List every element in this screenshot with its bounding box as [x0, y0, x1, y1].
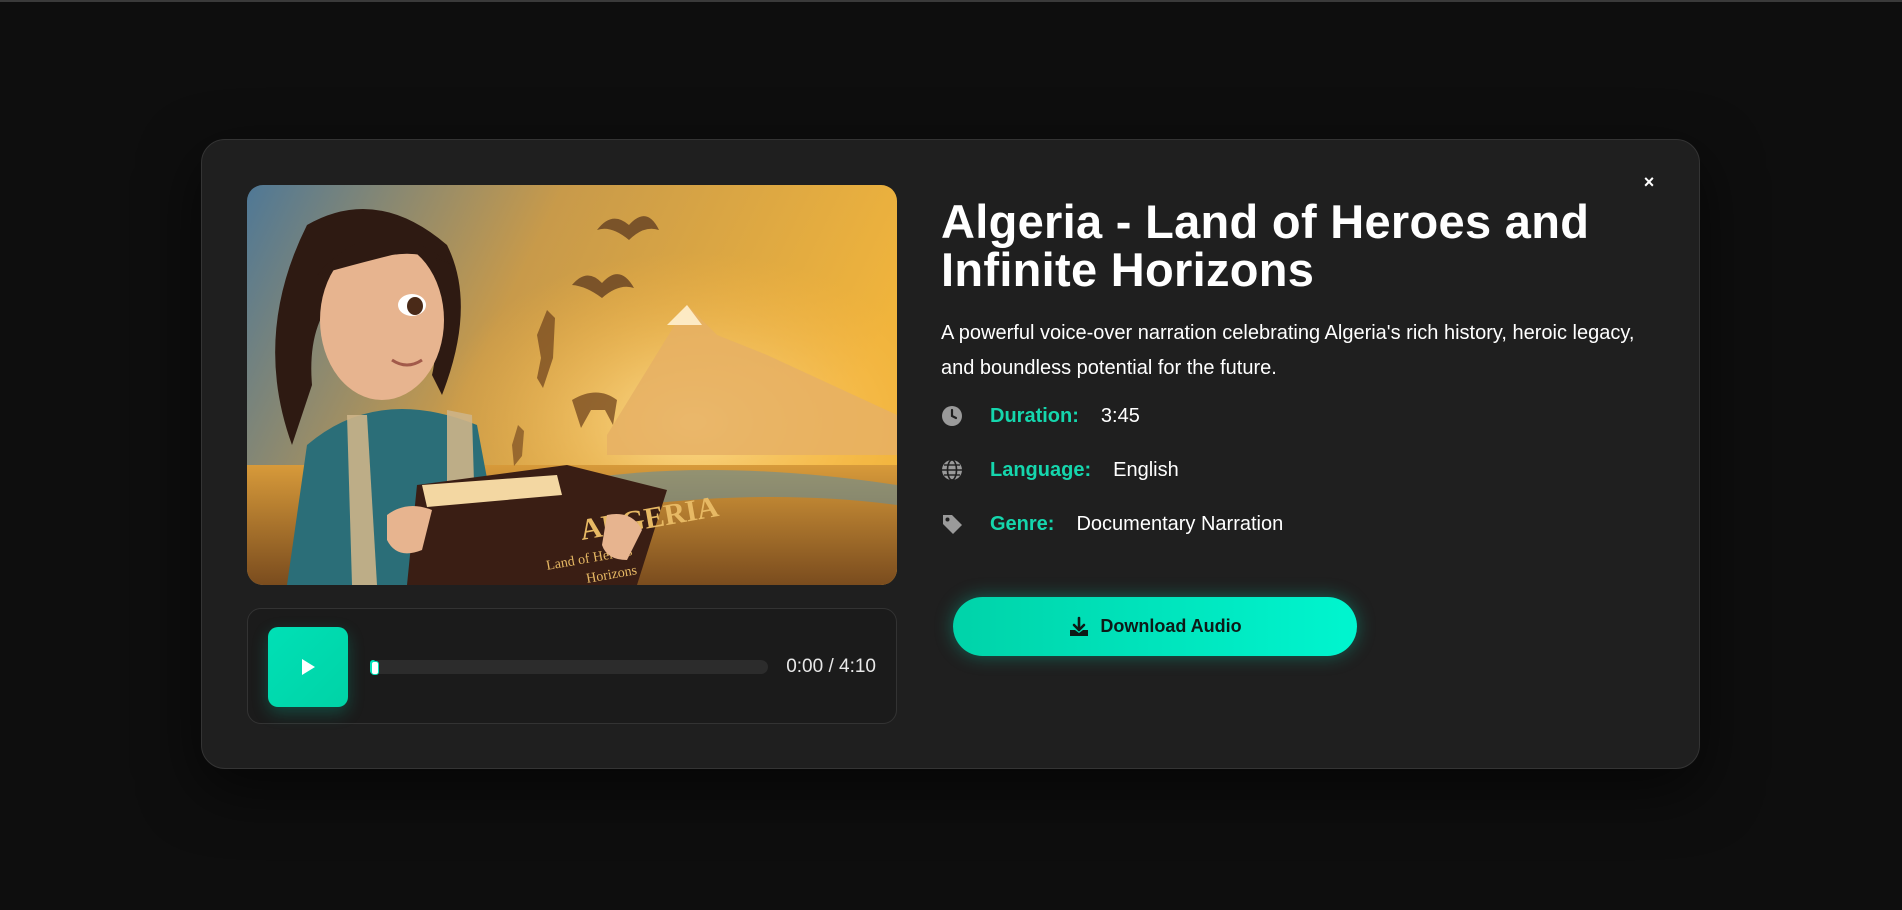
play-icon — [302, 659, 315, 675]
audio-title: Algeria - Land of Heroes and Infinite Ho… — [941, 195, 1590, 296]
meta-genre: Genre: Documentary Narration — [941, 509, 1283, 539]
duration-label: Duration: — [990, 404, 1079, 427]
audio-details-modal: × ALGERIA Land of Heroes Horizons 0:00 /… — [201, 139, 1700, 769]
globe-icon — [941, 459, 963, 481]
genre-value: Documentary Narration — [1076, 512, 1284, 535]
download-icon — [1068, 616, 1090, 638]
top-border — [0, 0, 1902, 2]
tag-icon — [941, 513, 963, 535]
cover-image: ALGERIA Land of Heroes Horizons — [247, 185, 897, 585]
close-button[interactable]: × — [1637, 170, 1661, 194]
language-label: Language: — [990, 458, 1092, 481]
progress-handle[interactable] — [371, 661, 379, 675]
download-audio-button[interactable]: Download Audio — [953, 597, 1357, 656]
audio-player: 0:00 / 4:10 — [247, 608, 897, 724]
download-label: Download Audio — [1100, 616, 1242, 636]
play-button[interactable] — [268, 627, 348, 707]
genre-label: Genre: — [990, 512, 1055, 535]
language-value: English — [1113, 458, 1179, 481]
audio-description: A powerful voice-over narration celebrat… — [941, 322, 1635, 379]
meta-duration: Duration: 3:45 — [941, 401, 1140, 431]
progress-bar[interactable] — [370, 660, 768, 675]
meta-language: Language: English — [941, 455, 1179, 485]
close-icon: × — [1643, 171, 1655, 192]
duration-value: 3:45 — [1100, 404, 1140, 427]
playback-time: 0:00 / 4:10 — [786, 656, 876, 677]
clock-icon — [941, 405, 963, 427]
